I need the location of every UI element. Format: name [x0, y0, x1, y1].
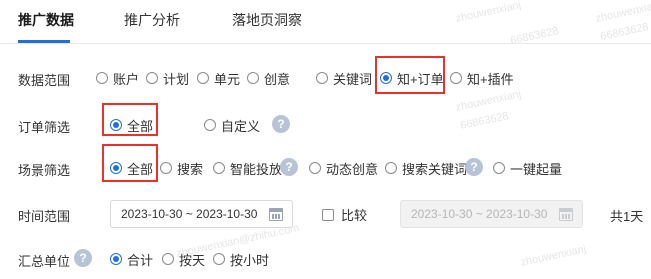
scene-filter-option-smart-delivery[interactable]: 智能投放: [213, 159, 282, 177]
radio-icon: [204, 119, 216, 131]
calendar-icon: [269, 208, 283, 221]
data-scope-option-unit[interactable]: 单元: [197, 69, 240, 87]
active-tab-indicator: [18, 40, 70, 43]
radio-checked-icon: [110, 119, 122, 131]
time-range-row: 时间范围 2023-10-30 ~ 2023-10-30 比较 2023-10-…: [0, 200, 651, 228]
tab-landing-page-insight[interactable]: 落地页洞察: [232, 10, 302, 30]
data-scope-row: 数据范围 账户 计划 单元 创意 关键词 知+订单 知+插件: [0, 65, 651, 91]
data-scope-option-zhi-plugin[interactable]: 知+插件: [450, 69, 514, 87]
radio-icon: [385, 162, 397, 174]
data-scope-option-account[interactable]: 账户: [96, 69, 139, 87]
radio-icon: [247, 72, 259, 84]
radio-icon: [316, 72, 328, 84]
radio-icon: [160, 162, 172, 174]
total-days: 共1天: [610, 209, 644, 224]
scene-filter-row: 场景筛选 全部 搜索 智能投放 ? 动态创意 搜索关键词 ? 一键起量: [0, 155, 651, 181]
compare-label: 比较: [341, 208, 368, 223]
data-scope-option-keyword[interactable]: 关键词: [316, 69, 372, 87]
scene-filter-option-one-click-boost[interactable]: 一键起量: [493, 159, 562, 177]
scene-filter-label: 场景筛选: [18, 163, 71, 178]
date-range-picker[interactable]: 2023-10-30 ~ 2023-10-30: [110, 200, 293, 228]
scene-filter-option-search[interactable]: 搜索: [160, 159, 203, 177]
summary-unit-option-by-hour[interactable]: 按小时: [213, 250, 269, 268]
date-range-value: 2023-10-30 ~ 2023-10-30: [121, 207, 258, 221]
compare-date-range-value: 2023-10-30 ~ 2023-10-30: [411, 207, 548, 221]
order-filter-option-custom[interactable]: 自定义: [204, 116, 260, 134]
compare-date-range-picker: 2023-10-30 ~ 2023-10-30: [400, 200, 583, 228]
smart-delivery-help-icon[interactable]: ?: [280, 158, 298, 176]
radio-icon: [450, 72, 462, 84]
data-scope-option-plan[interactable]: 计划: [146, 69, 189, 87]
radio-icon: [146, 72, 158, 84]
scene-filter-option-search-keyword[interactable]: 搜索关键词: [385, 159, 467, 177]
scene-filter-option-dynamic-creative[interactable]: 动态创意: [309, 159, 378, 177]
summary-unit-row: 汇总单位 ? 合计 按天 按小时: [0, 246, 651, 272]
tab-promotion-analysis[interactable]: 推广分析: [124, 10, 180, 30]
radio-icon: [213, 162, 225, 174]
data-scope-option-zhi-order[interactable]: 知+订单: [380, 69, 444, 87]
summary-unit-help-icon[interactable]: ?: [74, 249, 92, 267]
tab-bar: 推广数据 推广分析 落地页洞察: [0, 0, 651, 44]
radio-icon: [197, 72, 209, 84]
summary-unit-label: 汇总单位: [18, 254, 71, 269]
data-scope-option-creative[interactable]: 创意: [247, 69, 290, 87]
time-range-label: 时间范围: [18, 209, 71, 224]
radio-icon: [493, 162, 505, 174]
summary-unit-option-by-day[interactable]: 按天: [162, 250, 205, 268]
order-filter-row: 订单筛选 全部 自定义 ?: [0, 112, 651, 138]
compare-checkbox[interactable]: 比较: [322, 205, 367, 224]
radio-icon: [213, 253, 225, 265]
checkbox-icon: [322, 208, 334, 221]
order-filter-label: 订单筛选: [18, 120, 71, 135]
summary-unit-option-total[interactable]: 合计: [110, 250, 153, 268]
radio-icon: [96, 72, 108, 84]
radio-checked-icon: [380, 72, 392, 84]
order-filter-option-all[interactable]: 全部: [110, 116, 153, 134]
watermark-user: zhouwenxianj: [454, 88, 523, 114]
order-filter-help-icon[interactable]: ?: [272, 115, 290, 133]
radio-icon: [309, 162, 321, 174]
radio-checked-icon: [110, 253, 122, 265]
calendar-icon: [559, 208, 573, 221]
radio-icon: [162, 253, 174, 265]
tab-promotion-data[interactable]: 推广数据: [18, 10, 74, 30]
search-keyword-help-icon[interactable]: ?: [465, 158, 483, 176]
data-scope-label: 数据范围: [18, 73, 71, 88]
scene-filter-option-all[interactable]: 全部: [110, 159, 153, 177]
radio-checked-icon: [110, 162, 122, 174]
